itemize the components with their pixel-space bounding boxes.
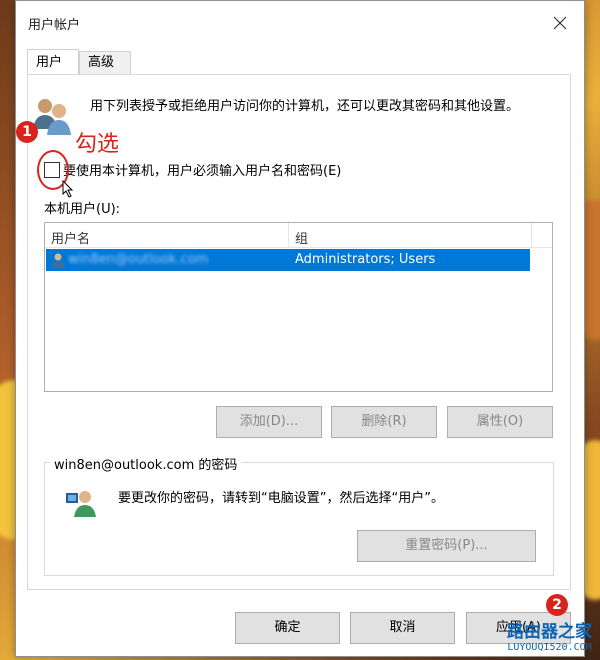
list-header: 用户名 组 <box>45 223 552 248</box>
close-icon <box>553 16 567 30</box>
watermark-title: 路由器之家 <box>507 622 592 642</box>
close-button[interactable] <box>546 9 574 37</box>
site-watermark: 路由器之家 LUYOUQI520.COM <box>502 617 597 653</box>
table-row[interactable]: win8en@outlook.com Administrators; Users <box>46 249 530 271</box>
ok-button[interactable]: 确定 <box>235 612 340 644</box>
tab-advanced[interactable]: 高级 <box>79 51 131 75</box>
reset-password-button[interactable]: 重置密码(P)... <box>357 530 536 562</box>
require-password-label[interactable]: 要使用本计算机，用户必须输入用户名和密码(E) <box>63 160 341 179</box>
user-password-icon <box>66 491 96 517</box>
column-header-group[interactable]: 组 <box>295 228 308 247</box>
step-1-text: 勾选 <box>75 132 120 157</box>
remove-user-button[interactable]: 删除(R) <box>331 406 437 438</box>
cancel-button[interactable]: 取消 <box>350 612 455 644</box>
user-icon <box>51 253 65 268</box>
watermark-url: LUYOUQI520.COM <box>507 642 592 653</box>
row-username: win8en@outlook.com <box>68 252 209 267</box>
step-2-marker: 2 <box>546 594 568 616</box>
column-header-username[interactable]: 用户名 <box>51 228 90 247</box>
column-divider[interactable] <box>288 223 289 247</box>
title-bar: 用户帐户 <box>16 1 584 45</box>
users-list[interactable]: 用户名 组 win8en@outlook.com Administrators;… <box>44 222 553 392</box>
add-user-button[interactable]: 添加(D)... <box>216 406 322 438</box>
column-divider[interactable] <box>531 223 532 247</box>
password-info-text: 要更改你的密码，请转到“电脑设置”，然后选择“用户”。 <box>118 491 444 506</box>
mouse-cursor-icon <box>62 180 74 198</box>
tab-users[interactable]: 用户 <box>27 49 79 75</box>
row-group: Administrators; Users <box>295 252 436 267</box>
intro-text: 用下列表授予或拒绝用户访问你的计算机，还可以更改其密码和其他设置。 <box>90 99 520 114</box>
properties-button[interactable]: 属性(O) <box>447 406 553 438</box>
local-users-label: 本机用户(U): <box>44 202 121 217</box>
window-title: 用户帐户 <box>28 18 81 33</box>
step-1-marker: 1 <box>16 121 38 143</box>
password-group-title: win8en@outlook.com 的密码 <box>50 454 242 473</box>
